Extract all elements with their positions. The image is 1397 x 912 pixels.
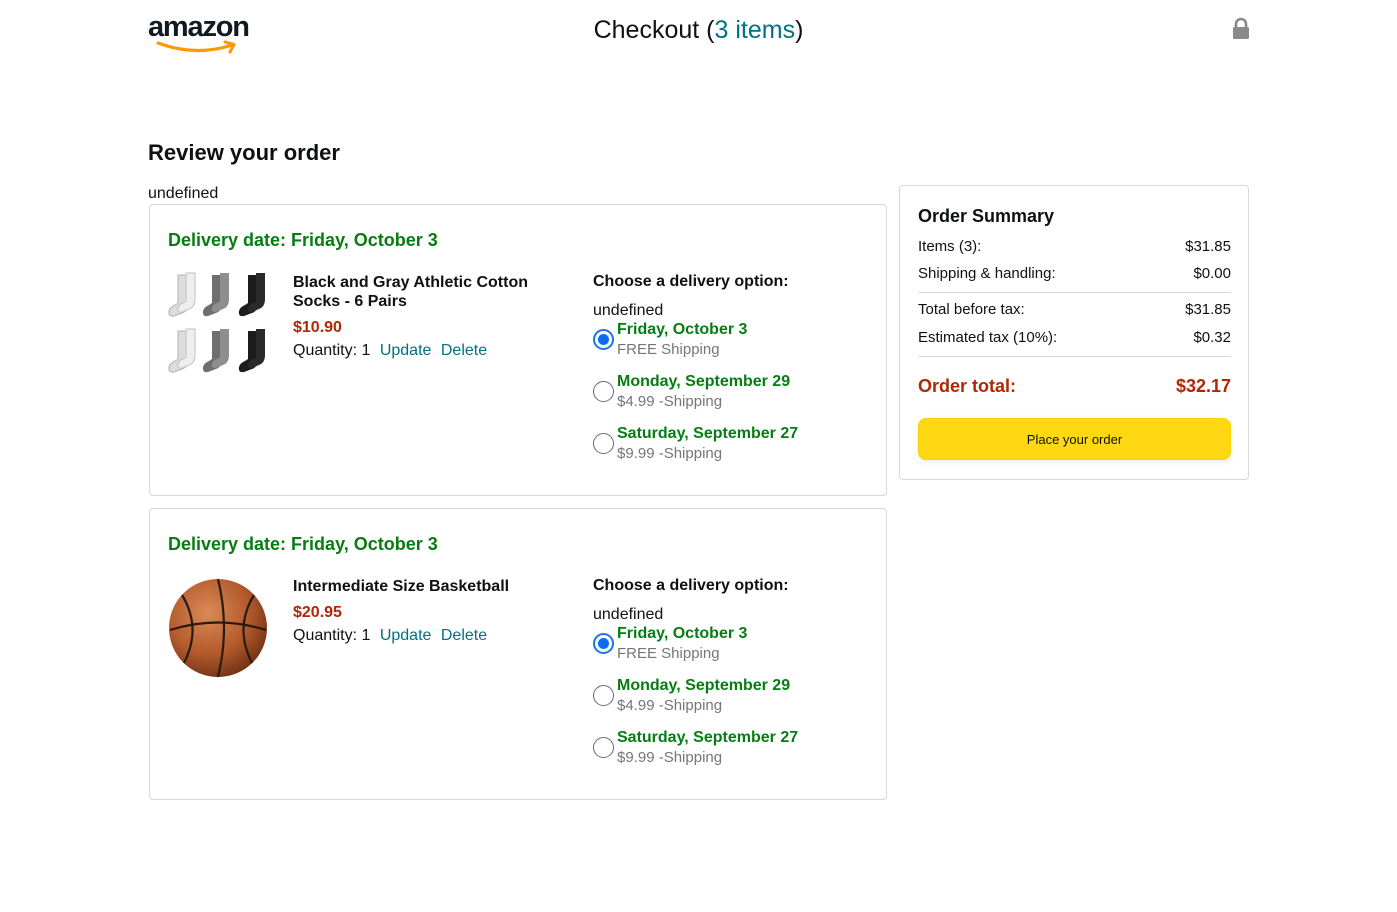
summary-row-before-tax: Total before tax: $31.85 <box>918 301 1231 318</box>
product-info: Black and Gray Athletic Cotton Socks - 6… <box>293 273 573 360</box>
socks-image <box>168 271 270 383</box>
delivery-options-title: Choose a delivery option: <box>593 273 789 290</box>
basketball-image <box>168 575 270 687</box>
delivery-option-radio[interactable] <box>593 329 614 350</box>
summary-divider <box>918 292 1231 293</box>
delivery-options: Choose a delivery option: undefined Frid… <box>593 273 873 476</box>
delivery-option-radio[interactable] <box>593 433 614 454</box>
order-total-row: Order total: $32.17 <box>918 376 1231 397</box>
delivery-option-cost: $9.99 -Shipping <box>617 749 723 766</box>
delivery-option-cost: $4.99 -Shipping <box>617 393 723 410</box>
quantity-row: Quantity: 1 Update Delete <box>293 627 573 645</box>
summary-row-label: Total before tax: <box>918 301 1025 318</box>
quantity-label: Quantity: 1 <box>293 342 371 359</box>
paren-close: ) <box>795 16 804 44</box>
order-total-value: $32.17 <box>1175 376 1231 396</box>
product-price: $20.95 <box>293 604 342 621</box>
delivery-option-cost: FREE Shipping <box>617 341 720 358</box>
update-quantity-link[interactable]: Update <box>380 342 432 359</box>
product-info: Intermediate Size Basketball $20.95 Quan… <box>293 577 573 645</box>
delivery-date: Delivery date: Friday, October 3 <box>168 534 438 554</box>
checkout-title: Checkout (3 items) <box>0 15 1397 45</box>
order-item-card: Delivery date: Friday, October 3 Black a… <box>149 204 887 496</box>
delivery-option-radio[interactable] <box>593 685 614 706</box>
delivery-option-date: Saturday, September 27 <box>617 425 799 442</box>
place-order-button[interactable]: Place your order <box>918 418 1231 460</box>
order-total-label: Order total: <box>918 376 1017 396</box>
delivery-options: Choose a delivery option: undefined Frid… <box>593 577 873 780</box>
delivery-options-title: Choose a delivery option: <box>593 577 789 594</box>
product-name: Black and Gray Athletic Cotton Socks - 6… <box>293 274 528 310</box>
delivery-option-date: Saturday, September 27 <box>617 729 799 746</box>
delivery-option[interactable]: Monday, September 29 $4.99 -Shipping <box>593 676 873 728</box>
delete-item-link[interactable]: Delete <box>441 342 487 359</box>
delivery-option-radio[interactable] <box>593 381 614 402</box>
summary-row-shipping: Shipping & handling: $0.00 <box>918 265 1231 282</box>
delivery-option[interactable]: Friday, October 3 FREE Shipping <box>593 624 873 676</box>
update-quantity-link[interactable]: Update <box>380 627 432 644</box>
delivery-date: Delivery date: Friday, October 3 <box>168 230 438 250</box>
quantity-label: Quantity: 1 <box>293 627 371 644</box>
delivery-option[interactable]: Friday, October 3 FREE Shipping <box>593 320 873 372</box>
summary-row-value: $31.85 <box>1185 301 1231 318</box>
checkout-label: Checkout <box>593 16 700 44</box>
delete-item-link[interactable]: Delete <box>441 627 487 644</box>
undefined-text: undefined <box>148 185 219 202</box>
lock-icon <box>1231 17 1251 41</box>
review-title: Review your order <box>148 140 340 165</box>
delivery-option[interactable]: Saturday, September 27 $9.99 -Shipping <box>593 424 873 476</box>
summary-row-label: Shipping & handling: <box>918 265 1056 282</box>
summary-row-items: Items (3): $31.85 <box>918 238 1231 255</box>
items-count-link[interactable]: 3 items <box>714 16 795 44</box>
product-name: Intermediate Size Basketball <box>293 578 510 595</box>
summary-row-value: $0.00 <box>1193 265 1231 282</box>
delivery-option[interactable]: Monday, September 29 $4.99 -Shipping <box>593 372 873 424</box>
delivery-option-date: Monday, September 29 <box>617 677 791 694</box>
order-summary: Order Summary Items (3): $31.85 Shipping… <box>899 185 1249 480</box>
delivery-option-radio[interactable] <box>593 737 614 758</box>
delivery-option-cost: $9.99 -Shipping <box>617 445 723 462</box>
summary-row-value: $0.32 <box>1193 329 1231 346</box>
delivery-option-cost: FREE Shipping <box>617 645 720 662</box>
product-price: $10.90 <box>293 319 342 336</box>
delivery-option-date: Monday, September 29 <box>617 373 791 390</box>
delivery-option-cost: $4.99 -Shipping <box>617 697 723 714</box>
summary-row-tax: Estimated tax (10%): $0.32 <box>918 329 1231 346</box>
quantity-row: Quantity: 1 Update Delete <box>293 342 573 360</box>
summary-row-value: $31.85 <box>1185 238 1231 255</box>
summary-divider <box>918 356 1231 357</box>
delivery-option-date: Friday, October 3 <box>617 321 748 338</box>
undefined-text: undefined <box>593 302 664 319</box>
order-item-card: Delivery date: Friday, October 3 Interme… <box>149 508 887 800</box>
summary-row-label: Estimated tax (10%): <box>918 329 1058 346</box>
delivery-option-date: Friday, October 3 <box>617 625 748 642</box>
delivery-option[interactable]: Saturday, September 27 $9.99 -Shipping <box>593 728 873 780</box>
summary-row-label: Items (3): <box>918 238 982 255</box>
delivery-option-radio[interactable] <box>593 633 614 654</box>
undefined-text: undefined <box>593 606 664 623</box>
order-summary-title: Order Summary <box>918 206 1055 226</box>
